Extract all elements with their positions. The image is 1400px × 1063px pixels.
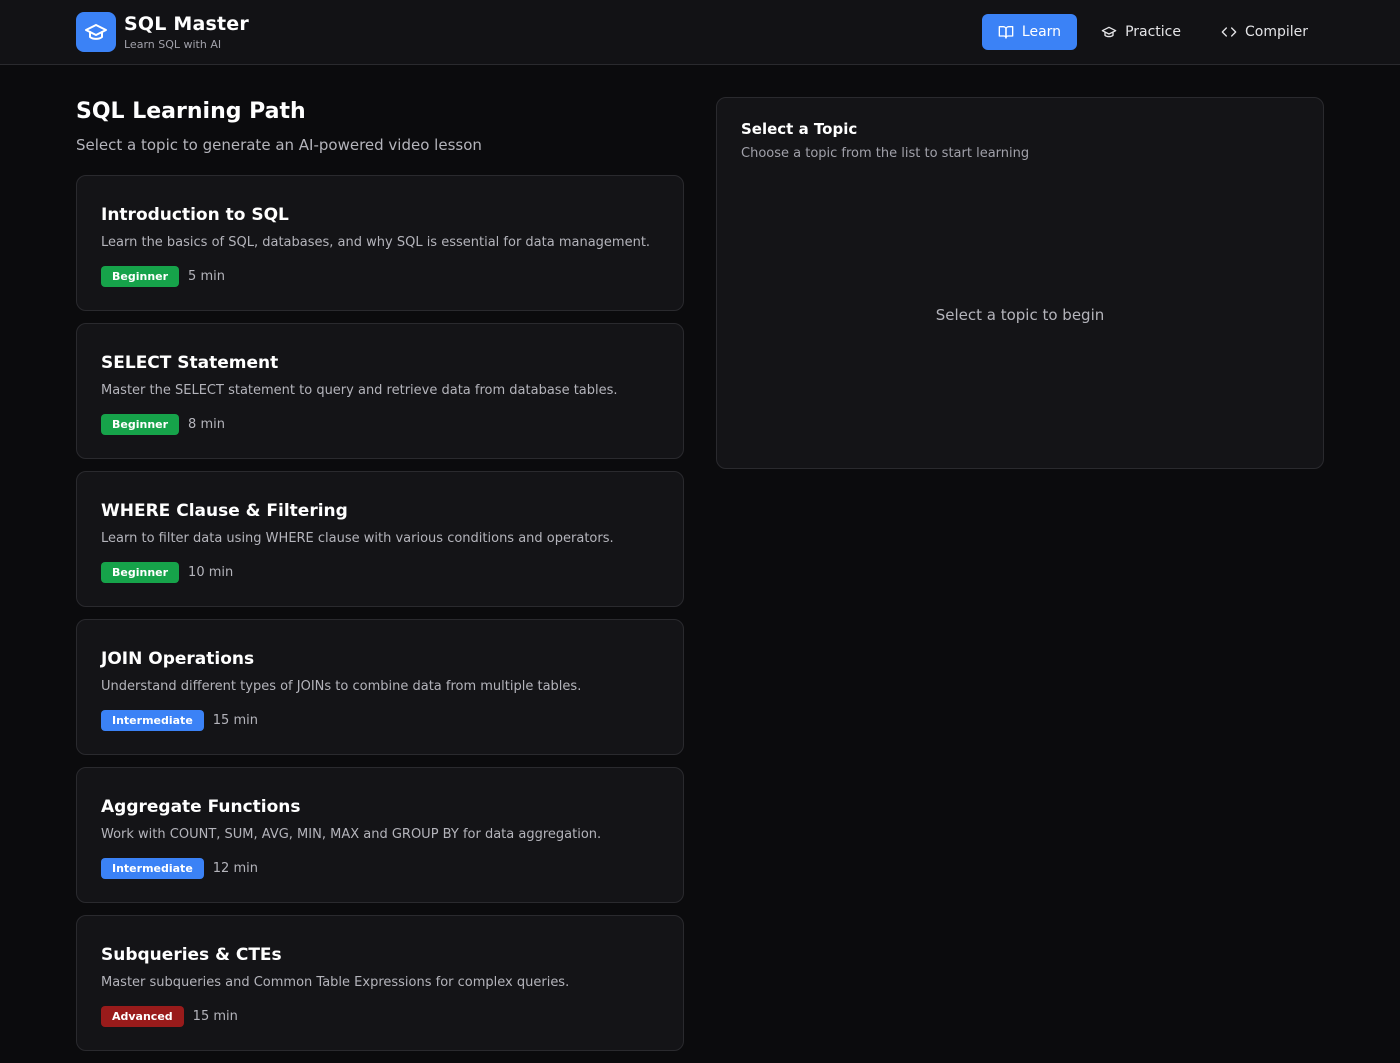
level-badge: Beginner xyxy=(101,562,180,583)
main-nav: Learn Practice Compiler xyxy=(981,14,1324,50)
nav-compiler-button[interactable]: Compiler xyxy=(1205,14,1324,50)
brand[interactable]: SQL Master Learn SQL with AI xyxy=(76,12,249,52)
duration: 12 min xyxy=(212,861,258,876)
topic-description: Master subqueries and Common Table Expre… xyxy=(101,975,570,990)
topic-description: Master the SELECT statement to query and… xyxy=(101,383,618,398)
topic-description: Learn the basics of SQL, databases, and … xyxy=(101,235,651,250)
level-badge: Intermediate xyxy=(101,710,204,731)
level-badge: Intermediate xyxy=(101,858,204,879)
duration: 8 min xyxy=(188,417,225,432)
empty-state-message: Select a topic to begin xyxy=(935,306,1105,324)
top-header: SQL Master Learn SQL with AI Learn Pract… xyxy=(0,0,1400,65)
duration: 15 min xyxy=(212,713,258,728)
topic-title: Aggregate Functions xyxy=(101,797,301,817)
nav-learn-button[interactable]: Learn xyxy=(981,14,1078,50)
topic-description: Learn to filter data using WHERE clause … xyxy=(101,531,614,546)
book-open-icon xyxy=(998,26,1014,39)
topic-title: Introduction to SQL xyxy=(101,205,289,225)
topic-card-subqueries[interactable]: Subqueries & CTEs Master subqueries and … xyxy=(76,915,684,1051)
level-badge: Advanced xyxy=(101,1006,184,1027)
level-badge: Beginner xyxy=(101,414,180,435)
nav-learn-label: Learn xyxy=(1021,24,1062,40)
topic-description: Understand different types of JOINs to c… xyxy=(101,679,582,694)
topic-card-where[interactable]: WHERE Clause & Filtering Learn to filter… xyxy=(76,471,684,607)
topic-description: Work with COUNT, SUM, AVG, MIN, MAX and … xyxy=(101,827,602,842)
duration: 10 min xyxy=(188,565,234,580)
code-icon xyxy=(1221,27,1237,37)
duration: 5 min xyxy=(188,269,225,284)
nav-practice-label: Practice xyxy=(1125,24,1181,40)
topic-card-introduction[interactable]: Introduction to SQL Learn the basics of … xyxy=(76,175,684,311)
topic-card-select[interactable]: SELECT Statement Master the SELECT state… xyxy=(76,323,684,459)
topic-title: SELECT Statement xyxy=(101,353,279,373)
topic-title: Subqueries & CTEs xyxy=(101,945,282,965)
nav-practice-button[interactable]: Practice xyxy=(1085,14,1197,50)
topic-title: WHERE Clause & Filtering xyxy=(101,501,348,521)
topic-card-join[interactable]: JOIN Operations Understand different typ… xyxy=(76,619,684,755)
nav-compiler-label: Compiler xyxy=(1244,24,1308,40)
topic-detail-panel: Select a Topic Choose a topic from the l… xyxy=(716,97,1324,469)
topic-title: JOIN Operations xyxy=(101,649,255,669)
topic-card-aggregate[interactable]: Aggregate Functions Work with COUNT, SUM… xyxy=(76,767,684,903)
topic-list: Introduction to SQL Learn the basics of … xyxy=(76,175,684,1051)
duration: 15 min xyxy=(192,1009,238,1024)
graduation-cap-icon xyxy=(76,12,116,52)
graduation-cap-icon xyxy=(1101,26,1117,38)
page-title: SQL Learning Path xyxy=(76,99,306,124)
page-subtitle: Select a topic to generate an AI-powered… xyxy=(76,136,482,154)
panel-title: Select a Topic xyxy=(741,120,858,138)
learning-path-section: SQL Learning Path Select a topic to gene… xyxy=(76,97,684,1063)
panel-subtitle: Choose a topic from the list to start le… xyxy=(741,146,1030,161)
app-subtitle: Learn SQL with AI xyxy=(124,38,222,51)
app-title: SQL Master xyxy=(124,13,249,35)
level-badge: Beginner xyxy=(101,266,180,287)
